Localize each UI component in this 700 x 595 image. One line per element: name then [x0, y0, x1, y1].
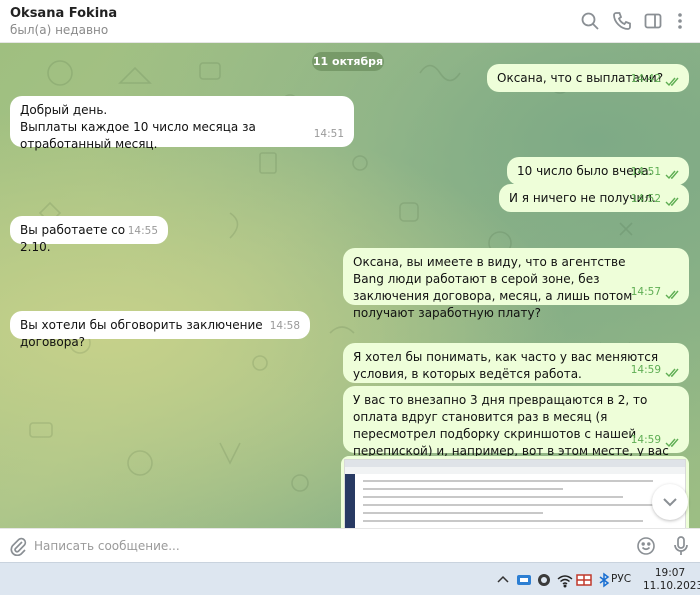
sidebar-toggle-icon[interactable]	[642, 10, 664, 32]
bluetooth-icon[interactable]	[596, 572, 612, 588]
message-outgoing[interactable]: И я ничего не получил. 14:52	[499, 184, 689, 212]
message-time: 14:59	[630, 434, 661, 446]
microphone-icon[interactable]	[672, 535, 690, 557]
read-double-check-icon	[665, 197, 679, 207]
read-double-check-icon	[665, 368, 679, 378]
read-double-check-icon	[665, 170, 679, 180]
clock-time: 19:07	[654, 567, 686, 579]
windows-taskbar: РУС 19:07 11.10.2023	[0, 562, 700, 595]
message-time: 14:52	[630, 193, 661, 205]
search-icon[interactable]	[579, 10, 601, 32]
app-tray-icon[interactable]	[516, 572, 532, 588]
contact-status: был(а) недавно	[10, 23, 109, 37]
screenshot-text-line	[363, 520, 643, 522]
message-composer	[0, 528, 700, 562]
read-double-check-icon	[665, 438, 679, 448]
message-incoming[interactable]: Добрый день. Выплаты каждое 10 число мес…	[10, 96, 354, 151]
emoji-icon[interactable]	[636, 536, 656, 556]
message-outgoing[interactable]: Оксана, вы имеете в виду, что в агентств…	[343, 248, 689, 320]
message-time: 14:51	[313, 128, 344, 140]
message-image[interactable]	[341, 456, 689, 528]
phone-icon[interactable]	[611, 10, 633, 32]
message-time: 14:57	[630, 286, 661, 298]
chat-history[interactable]: 11 октября Оксана, что с выплатами? 14:4…	[0, 43, 700, 528]
screenshot-sidebar	[345, 474, 355, 528]
message-text: Вы хотели бы обговорить заключение догов…	[20, 318, 267, 349]
screenshot-addressbar	[345, 467, 685, 474]
read-double-check-icon	[665, 290, 679, 300]
screenshot-text-line	[363, 504, 663, 506]
camera-tray-icon[interactable]	[536, 572, 552, 588]
chat-header: Oksana Fokina был(а) недавно	[0, 0, 700, 43]
browser-screenshot-image	[344, 459, 686, 528]
screenshot-tabbar	[345, 460, 685, 467]
contact-name[interactable]: Oksana Fokina	[10, 6, 117, 21]
message-time: 14:59	[630, 364, 661, 376]
message-outgoing[interactable]: 10 число было вчера. 14:51	[507, 157, 689, 185]
keyboard-tray-icon[interactable]	[576, 572, 592, 588]
more-vertical-icon[interactable]	[672, 10, 688, 32]
clock-date: 11.10.2023	[643, 580, 700, 592]
message-incoming[interactable]: Вы работаете со 2.10. 14:55	[10, 216, 168, 254]
scroll-to-bottom-button[interactable]	[652, 484, 688, 520]
message-outgoing[interactable]: Оксана, что с выплатами? 14:42	[487, 64, 689, 92]
screenshot-text-line	[363, 512, 543, 514]
screenshot-text-line	[363, 496, 623, 498]
message-outgoing[interactable]: У вас то внезапно 3 дня превращаются в 2…	[343, 386, 689, 475]
message-time: 14:42	[630, 73, 661, 85]
message-time: 14:55	[127, 225, 158, 237]
message-input[interactable]	[34, 535, 594, 557]
paperclip-icon[interactable]	[8, 536, 28, 556]
system-clock[interactable]: 19:07 11.10.2023	[643, 567, 700, 593]
network-tray-icon[interactable]	[556, 572, 572, 588]
chevron-down-icon	[663, 498, 677, 507]
screenshot-text-line	[363, 480, 653, 482]
input-language-indicator[interactable]: РУС	[611, 573, 631, 585]
message-text: Добрый день. Выплаты каждое 10 число мес…	[20, 103, 256, 151]
message-time: 14:58	[269, 320, 300, 332]
read-double-check-icon	[665, 77, 679, 87]
screenshot-text-line	[363, 488, 563, 490]
message-incoming[interactable]: Вы хотели бы обговорить заключение догов…	[10, 311, 310, 349]
message-outgoing[interactable]: Я хотел бы понимать, как часто у вас мен…	[343, 343, 689, 383]
date-separator: 11 октября	[312, 52, 384, 71]
message-time: 14:51	[630, 166, 661, 178]
chevron-up-icon[interactable]	[495, 572, 511, 588]
